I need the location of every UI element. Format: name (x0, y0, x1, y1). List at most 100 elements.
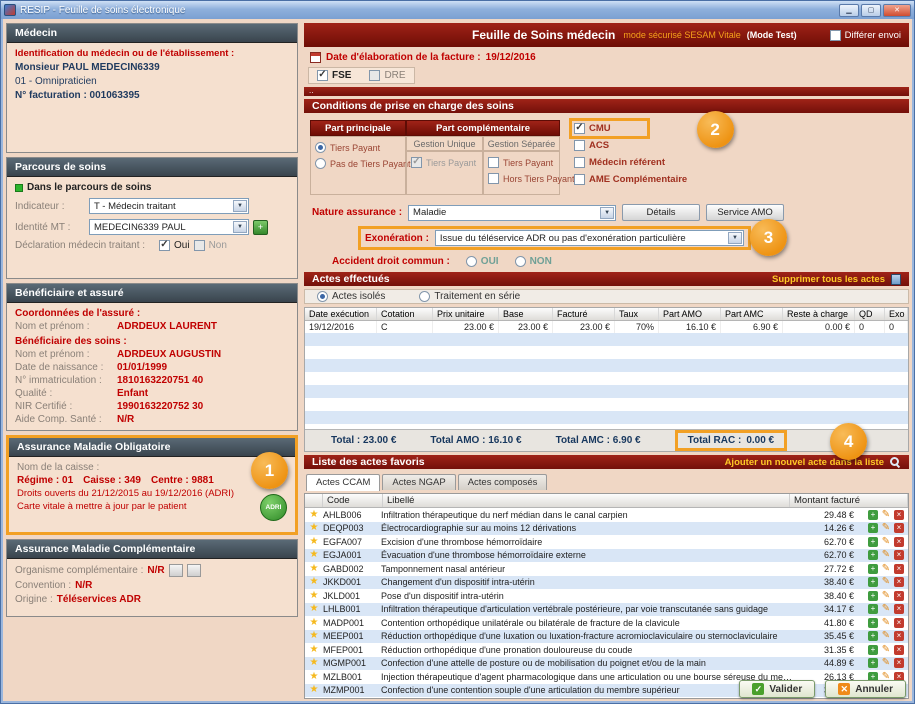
edit-icon[interactable]: ✎ (881, 510, 891, 520)
annuler-button[interactable]: ✕ Annuler (825, 680, 906, 698)
favorite-star-icon[interactable]: ★ (305, 658, 323, 668)
edit-icon[interactable]: ✎ (881, 537, 891, 547)
tiers-payant-radio[interactable]: Tiers Payant (315, 142, 380, 153)
favorite-star-icon[interactable]: ★ (305, 631, 323, 641)
prescription-icon[interactable]: + (868, 537, 878, 547)
nature-select[interactable]: Maladie▼ (408, 205, 616, 221)
delete-icon[interactable]: × (894, 510, 904, 520)
prescription-icon[interactable]: + (868, 658, 878, 668)
favorite-star-icon[interactable]: ★ (305, 537, 323, 547)
delete-icon[interactable]: × (894, 577, 904, 587)
favorite-star-icon[interactable]: ★ (305, 577, 323, 587)
delete-icon[interactable]: × (894, 591, 904, 601)
add-acte-link[interactable]: Ajouter un nouvel acte dans la liste (725, 457, 884, 468)
prescription-icon[interactable]: + (868, 618, 878, 628)
favoris-row[interactable]: ★ EGFA007 Excision d'une thrombose hémor… (305, 535, 908, 549)
delete-icon[interactable]: × (894, 523, 904, 533)
edit-icon[interactable]: ✎ (881, 523, 891, 533)
edit-icon[interactable]: ✎ (881, 604, 891, 614)
favorite-star-icon[interactable]: ★ (305, 523, 323, 533)
prescription-icon[interactable]: + (868, 510, 878, 520)
favoris-row[interactable]: ★ JKLD001 Pose d'un dispositif intra-uté… (305, 589, 908, 603)
gs-tiers-payant-checkbox[interactable]: Tiers Payant (488, 157, 553, 168)
favoris-row[interactable]: ★ MADP001 Contention orthopédique unilat… (305, 616, 908, 630)
edit-icon[interactable]: ✎ (881, 631, 891, 641)
prescription-icon[interactable]: + (868, 577, 878, 587)
organisme-button-2[interactable] (187, 564, 201, 577)
favorite-star-icon[interactable]: ★ (305, 591, 323, 601)
edit-icon[interactable]: ✎ (881, 564, 891, 574)
prescription-icon[interactable]: + (868, 645, 878, 655)
favorite-star-icon[interactable]: ★ (305, 550, 323, 560)
favoris-row[interactable]: ★ MGMP001 Confection d'une attelle de po… (305, 657, 908, 671)
declaration-non-checkbox[interactable]: Non (194, 240, 227, 251)
acs-checkbox[interactable]: ACS (574, 140, 687, 151)
accident-oui-radio[interactable]: OUI (466, 256, 499, 267)
maximize-button[interactable]: ▢ (861, 4, 881, 17)
favorite-star-icon[interactable]: ★ (305, 510, 323, 520)
edit-icon[interactable]: ✎ (881, 658, 891, 668)
declaration-oui-checkbox[interactable]: Oui (159, 240, 190, 251)
edit-icon[interactable]: ✎ (881, 577, 891, 587)
favorite-star-icon[interactable]: ★ (305, 604, 323, 614)
favoris-row[interactable]: ★ EGJA001 Évacuation d'une thrombose hém… (305, 549, 908, 563)
delete-icon[interactable]: × (894, 645, 904, 655)
accident-non-radio[interactable]: NON (515, 256, 552, 267)
favorite-star-icon[interactable]: ★ (305, 685, 323, 695)
dre-checkbox[interactable] (369, 70, 380, 81)
prescription-icon[interactable]: + (868, 523, 878, 533)
delete-icon[interactable]: × (894, 658, 904, 668)
delete-icon[interactable]: × (894, 550, 904, 560)
gu-tiers-payant-checkbox[interactable]: Tiers Payant (411, 157, 476, 168)
collapsed-section-strip[interactable]: .. (304, 87, 909, 96)
delete-icon[interactable]: × (894, 564, 904, 574)
details-button[interactable]: Détails (622, 204, 700, 221)
organisme-button-1[interactable] (169, 564, 183, 577)
favoris-row[interactable]: ★ LHLB001 Infiltration thérapeutique d'a… (305, 603, 908, 617)
prescription-icon[interactable]: + (868, 631, 878, 641)
minimize-button[interactable]: ▁ (839, 4, 859, 17)
differer-envoi-checkbox[interactable] (830, 30, 841, 41)
calendar-icon[interactable] (310, 52, 321, 63)
gs-hors-tiers-payant-checkbox[interactable]: Hors Tiers Payant (488, 173, 575, 184)
favoris-row[interactable]: ★ DEQP003 Électrocardiographie sur au mo… (305, 522, 908, 536)
delete-icon[interactable]: × (894, 631, 904, 641)
identite-mt-select[interactable]: MEDECIN6339 PAUL▼ (89, 219, 249, 235)
prescription-icon[interactable]: + (868, 550, 878, 560)
edit-icon[interactable]: ✎ (881, 618, 891, 628)
fse-checkbox[interactable] (317, 70, 328, 81)
favoris-row[interactable]: ★ AHLB006 Infiltration thérapeutique du … (305, 508, 908, 522)
edit-icon[interactable]: ✎ (881, 591, 891, 601)
delete-all-actes-link[interactable]: Supprimer tous les actes (772, 274, 885, 285)
actes-isoles-radio[interactable]: Actes isolés (317, 291, 385, 302)
favorite-star-icon[interactable]: ★ (305, 618, 323, 628)
adri-badge[interactable]: ADRI (260, 494, 287, 521)
search-icon[interactable] (890, 457, 901, 468)
close-button[interactable]: ✕ (883, 4, 911, 17)
traitement-serie-radio[interactable]: Traitement en série (419, 291, 520, 302)
prescription-icon[interactable]: + (868, 591, 878, 601)
favoris-row[interactable]: ★ JKKD001 Changement d'un dispositif int… (305, 576, 908, 590)
exoneration-select[interactable]: Issue du téléservice ADR ou pas d'exonér… (435, 230, 744, 246)
delete-icon[interactable]: × (894, 618, 904, 628)
tab-actes-ccam[interactable]: Actes CCAM (306, 474, 380, 491)
delete-icon[interactable]: × (894, 537, 904, 547)
medecin-referent-checkbox[interactable]: Médecin référent (574, 157, 687, 168)
favorite-star-icon[interactable]: ★ (305, 672, 323, 682)
tab-actes-ngap[interactable]: Actes NGAP (382, 474, 455, 490)
valider-button[interactable]: ✓ Valider (739, 680, 815, 698)
medecin-card-icon[interactable]: + (253, 220, 268, 235)
favorite-star-icon[interactable]: ★ (305, 564, 323, 574)
edit-icon[interactable]: ✎ (881, 550, 891, 560)
prescription-icon[interactable]: + (868, 564, 878, 574)
acte-row[interactable]: 19/12/2016C23.00 €23.00 €23.00 €70%16.10… (305, 321, 908, 333)
favoris-row[interactable]: ★ GABD002 Tamponnement nasal antérieur 2… (305, 562, 908, 576)
pas-tiers-payant-radio[interactable]: Pas de Tiers Payant (315, 158, 411, 169)
prescription-icon[interactable]: + (868, 604, 878, 614)
trash-icon[interactable] (891, 274, 901, 285)
favoris-row[interactable]: ★ MFEP001 Réduction orthopédique d'une p… (305, 643, 908, 657)
delete-icon[interactable]: × (894, 604, 904, 614)
favorite-star-icon[interactable]: ★ (305, 645, 323, 655)
cmu-checkbox[interactable]: CMU (574, 123, 611, 134)
indicateur-select[interactable]: T - Médecin traitant▼ (89, 198, 249, 214)
